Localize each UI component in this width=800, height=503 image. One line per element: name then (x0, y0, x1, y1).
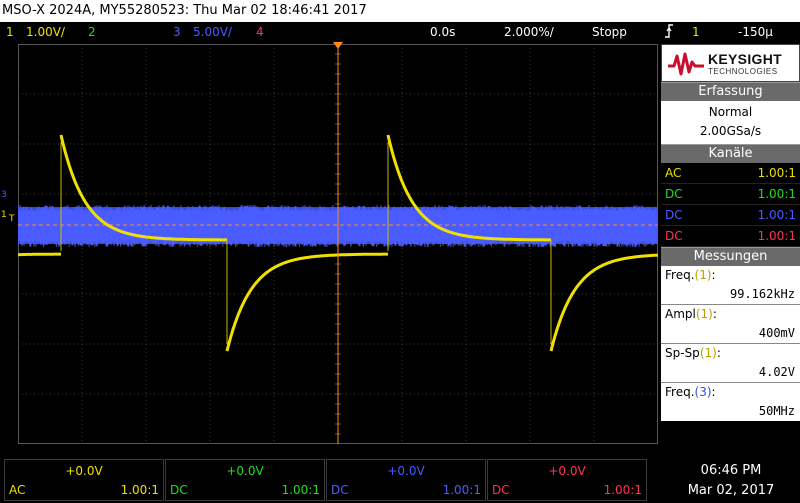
measurements-panel[interactable]: Freq.(1): 99.162kHz Ampl(1): 400mV Sp-Sp… (661, 266, 800, 421)
acquisition-panel[interactable]: Normal 2.00GSa/s (661, 101, 800, 144)
measurement-value: 400mV (661, 324, 800, 344)
channel-ratio: 1.00:1 (281, 483, 320, 497)
acquisition-mode: Normal (708, 105, 753, 119)
channel-offset: +0.0V (387, 464, 425, 478)
acquisition-rate: 2.00GSa/s (699, 124, 762, 138)
title-bar: MSO-X 2024A, MY55280523: Thu Mar 02 18:4… (0, 0, 800, 22)
channel-coupling: DC (170, 483, 188, 497)
time-offset[interactable]: 0.0s (430, 22, 455, 42)
channel-ratio: 1.00:1 (442, 483, 481, 497)
bottom-channel-1[interactable]: +0.0V AC 1.00:1 (4, 459, 164, 501)
channels-header[interactable]: Kanäle (661, 144, 800, 163)
keysight-wave-icon (668, 52, 704, 76)
channel-coupling: DC (492, 483, 510, 497)
measurement-label: Sp-Sp(1): (665, 346, 721, 360)
trigger-level-marker[interactable]: T (9, 214, 15, 224)
measurement-label: Freq.(1): (665, 268, 716, 282)
channel-ratio: 1.00:1 (757, 166, 796, 180)
ch3-ground-marker[interactable]: 3 (1, 190, 7, 200)
title-text: MSO-X 2024A, MY55280523: Thu Mar 02 18:4… (2, 3, 367, 18)
bottom-channel-2[interactable]: +0.0V DC 1.00:1 (165, 459, 325, 501)
channel-row-3[interactable]: DC 1.00:1 (661, 205, 800, 226)
status-bar: 1 1.00V/ 2 3 5.00V/ 4 0.0s 2.000%/ Stopp… (0, 22, 800, 42)
channel-coupling: AC (9, 483, 26, 497)
time-scale[interactable]: 2.000%/ (504, 22, 554, 42)
trigger-channel[interactable]: 1 (692, 22, 700, 42)
ch3-number[interactable]: 3 (173, 22, 181, 42)
trigger-time-marker[interactable] (333, 42, 343, 49)
channel-coupling: DC (665, 229, 683, 243)
bottom-channel-bar: +0.0V AC 1.00:1 +0.0V DC 1.00:1 +0.0V DC… (0, 455, 800, 503)
measurement-value: 99.162kHz (661, 285, 800, 305)
channels-panel[interactable]: AC 1.00:1 DC 1.00:1 DC 1.00:1 DC 1.00:1 (661, 163, 800, 247)
side-panel: KEYSIGHT TECHNOLOGIES Erfassung Normal 2… (661, 44, 800, 443)
measurement-label: Freq.(3): (665, 385, 716, 399)
measurement-label: Ampl(1): (665, 307, 717, 321)
channel-ratio: 1.00:1 (757, 229, 796, 243)
bottom-channel-4[interactable]: +0.0V DC 1.00:1 (487, 459, 647, 501)
measurement-value: 50MHz (758, 404, 795, 418)
waveform-display[interactable] (18, 44, 658, 444)
clock-date: Mar 02, 2017 (687, 483, 775, 498)
channel-ratio: 1.00:1 (757, 187, 796, 201)
measurement-value: 4.02V (661, 363, 800, 383)
bottom-channel-3[interactable]: +0.0V DC 1.00:1 (326, 459, 486, 501)
brand-sub: TECHNOLOGIES (708, 67, 778, 76)
channel-ratio: 1.00:1 (603, 483, 642, 497)
channel-row-1[interactable]: AC 1.00:1 (661, 163, 800, 184)
ch1-scale[interactable]: 1.00V/ (26, 22, 65, 42)
channel-row-4[interactable]: DC 1.00:1 (661, 226, 800, 247)
ch2-number[interactable]: 2 (88, 22, 96, 42)
channel-coupling: DC (665, 187, 683, 201)
ch1-number[interactable]: 1 (6, 22, 14, 42)
trigger-level[interactable]: -150μ (738, 22, 773, 42)
ch1-ground-marker[interactable]: 1 (1, 210, 7, 220)
clock-time: 06:46 PM (700, 463, 762, 478)
ch4-number[interactable]: 4 (256, 22, 264, 42)
measurements-header[interactable]: Messungen (661, 247, 800, 266)
keysight-logo: KEYSIGHT TECHNOLOGIES (661, 44, 800, 82)
graticule[interactable] (18, 44, 658, 444)
channel-ratio: 1.00:1 (120, 483, 159, 497)
clock: 06:46 PM Mar 02, 2017 (666, 461, 796, 501)
channel-coupling: AC (665, 166, 682, 180)
channel-offset: +0.0V (548, 464, 586, 478)
ch3-scale[interactable]: 5.00V/ (193, 22, 232, 42)
channel-coupling: DC (331, 483, 349, 497)
channel-offset: +0.0V (226, 464, 264, 478)
channel-row-2[interactable]: DC 1.00:1 (661, 184, 800, 205)
channel-ratio: 1.00:1 (757, 208, 796, 222)
brand-name: KEYSIGHT (708, 51, 782, 67)
left-markers: 3 1 T (0, 190, 18, 230)
channel-coupling: DC (665, 208, 683, 222)
acquisition-header[interactable]: Erfassung (661, 82, 800, 101)
run-state[interactable]: Stopp (592, 22, 627, 42)
channel-offset: +0.0V (65, 464, 103, 478)
trigger-edge-icon (664, 23, 674, 45)
